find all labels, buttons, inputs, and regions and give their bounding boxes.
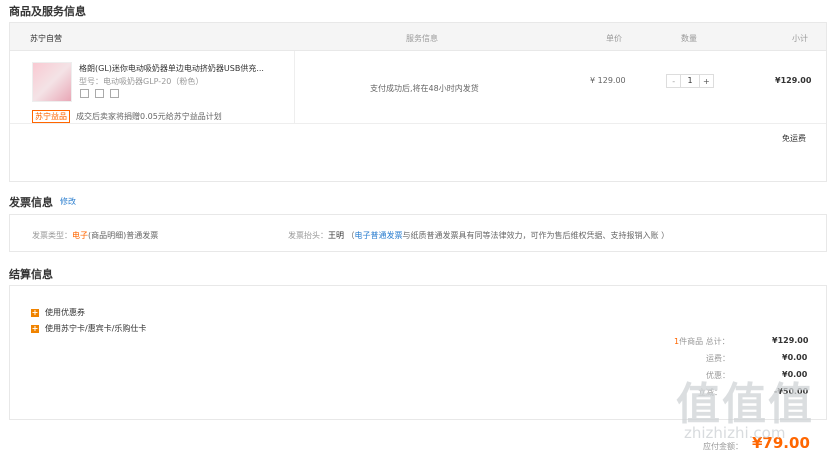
qty-plus-button[interactable]: + (700, 77, 713, 86)
invoice-type: 发票类型：电子(商品明细)普通发票 (32, 230, 158, 241)
invoice-header-value: 王明 (328, 231, 344, 240)
quantity-stepper: - 1 + (666, 74, 714, 88)
items-count: 1件商品 总计： (674, 336, 730, 347)
invoice-header: 发票抬头：王明 （电子普通发票与纸质普通发票具有同等法律效力，可作为售后维权凭据… (288, 230, 669, 241)
total-value: ¥129.00 (772, 336, 809, 345)
freight-label: 运费： (706, 354, 730, 363)
items-count-label: 件商品 总计： (679, 337, 730, 346)
invoice-panel: 发票类型：电子(商品明细)普通发票 发票抬头：王明 （电子普通发票与纸质普通发票… (9, 214, 827, 252)
goods-section-title: 商品及服务信息 (9, 5, 86, 18)
invoice-type-label: 发票类型： (32, 231, 72, 240)
delivery-service-icon (95, 89, 104, 98)
qty-input[interactable]: 1 (680, 75, 700, 87)
suning-charity-badge: 苏宁益品 (32, 110, 70, 123)
invoice-type-highlight: 电子 (72, 231, 88, 240)
e-invoice-link[interactable]: 电子普通发票 (355, 231, 403, 240)
product-thumbnail[interactable] (32, 62, 72, 102)
charity-note: 成交后卖家将捐赠0.05元给苏宁益品计划 (76, 112, 222, 121)
row-divider (294, 51, 295, 123)
service-icons (80, 89, 119, 98)
header-price: 单价 (606, 34, 622, 43)
header-subtotal: 小计 (792, 34, 808, 43)
subtotal-value: ¥129.00 (775, 76, 812, 85)
invoice-section-title: 发票信息 (9, 196, 53, 209)
freight-value: ¥0.00 (782, 353, 808, 362)
expand-plus-icon: + (31, 307, 39, 317)
invoice-edit-link[interactable]: 修改 (60, 196, 76, 207)
coupon-label: 使用优惠券 (45, 308, 85, 317)
invoice-type-value: (商品明细)普通发票 (88, 231, 159, 240)
settle-section-title: 结算信息 (9, 268, 53, 281)
product-model: 型号：电动吸奶器GLP-20（粉色） (79, 77, 204, 86)
card-label: 使用苏宁卡/惠宾卡/乐购仕卡 (45, 324, 147, 333)
row-separator (10, 123, 826, 124)
invoice-header-label: 发票抬头： (288, 231, 328, 240)
expand-plus-icon: + (31, 323, 39, 333)
shipping-note: 免运费 (782, 134, 806, 143)
watermark-url: zhizhizhi.com (684, 424, 786, 442)
watermark-logo: 值值值 (676, 379, 814, 430)
product-name-link[interactable]: 格朗(GL)迷你电动吸奶器单边电动挤奶器USB供充... (79, 63, 279, 74)
seller-name: 苏宁自营 (30, 34, 62, 43)
goods-panel: 苏宁自营 服务信息 单价 数量 小计 格朗(GL)迷你电动吸奶器单边电动挤奶器U… (9, 22, 827, 182)
invoice-service-icon (110, 89, 119, 98)
unit-price: ¥ 129.00 (590, 76, 626, 85)
qty-minus-button[interactable]: - (667, 77, 680, 86)
coupon-toggle[interactable]: + 使用优惠券 (31, 307, 85, 318)
invoice-note-open: （ (346, 231, 355, 240)
return-service-icon (80, 89, 89, 98)
header-qty: 数量 (681, 34, 697, 43)
invoice-note: 与纸质普通发票具有同等法律效力，可作为售后维权凭据、支持报销入账 ） (402, 231, 670, 240)
pay-label: 应付金额： (703, 442, 743, 451)
card-toggle[interactable]: + 使用苏宁卡/惠宾卡/乐购仕卡 (31, 323, 146, 334)
header-service: 服务信息 (406, 34, 438, 43)
service-note: 支付成功后,将在48小时内发货 (370, 84, 479, 93)
